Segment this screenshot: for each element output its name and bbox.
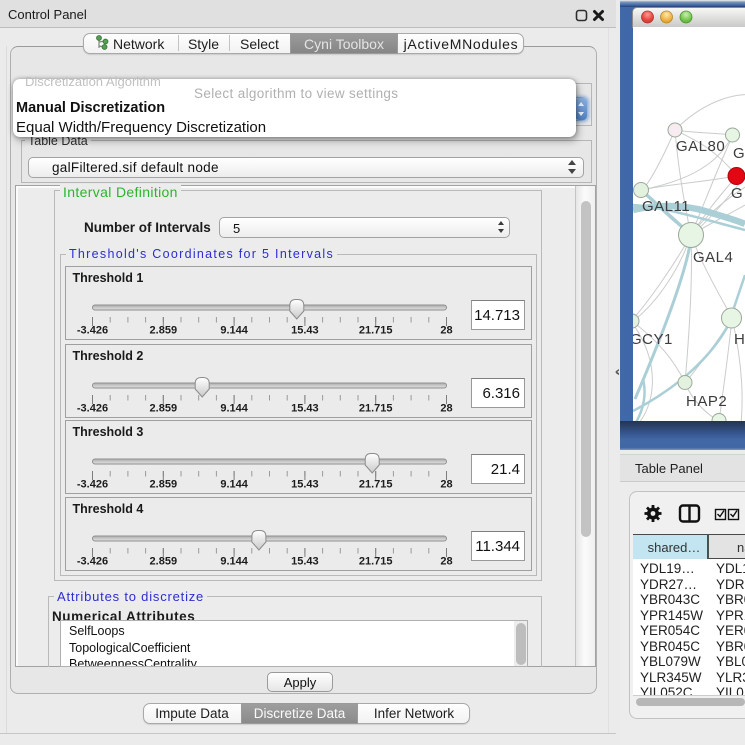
svg-text:9.144: 9.144: [220, 402, 248, 414]
svg-text:21.715: 21.715: [358, 325, 392, 337]
svg-text:21.715: 21.715: [358, 402, 392, 414]
svg-text:28: 28: [440, 402, 452, 414]
svg-text:15.43: 15.43: [291, 479, 319, 491]
svg-text:HAP2: HAP2: [686, 393, 727, 410]
svg-text:GAL80: GAL80: [676, 138, 725, 155]
svg-text:2.859: 2.859: [149, 479, 177, 491]
svg-text:28: 28: [440, 479, 452, 491]
svg-text:28: 28: [440, 325, 452, 337]
svg-text:21.715: 21.715: [358, 556, 392, 568]
svg-text:G: G: [731, 185, 743, 202]
svg-text:-3.426: -3.426: [76, 325, 107, 337]
svg-text:15.43: 15.43: [291, 325, 319, 337]
svg-text:-3.426: -3.426: [76, 402, 107, 414]
svg-text:28: 28: [440, 556, 452, 568]
svg-text:2.859: 2.859: [149, 325, 177, 337]
svg-text:GCY1: GCY1: [633, 331, 673, 348]
svg-text:9.144: 9.144: [220, 479, 248, 491]
svg-text:21.715: 21.715: [358, 479, 392, 491]
svg-text:GA: GA: [733, 145, 745, 162]
svg-text:GAL11: GAL11: [642, 198, 690, 215]
svg-text:H: H: [734, 331, 745, 348]
svg-text:-3.426: -3.426: [76, 556, 107, 568]
svg-text:15.43: 15.43: [291, 402, 319, 414]
svg-text:15.43: 15.43: [291, 556, 319, 568]
svg-text:2.859: 2.859: [149, 402, 177, 414]
svg-text:GAL4: GAL4: [693, 249, 733, 266]
svg-text:2.859: 2.859: [149, 556, 177, 568]
svg-text:9.144: 9.144: [220, 556, 248, 568]
svg-text:9.144: 9.144: [220, 325, 248, 337]
svg-text:-3.426: -3.426: [76, 479, 107, 491]
